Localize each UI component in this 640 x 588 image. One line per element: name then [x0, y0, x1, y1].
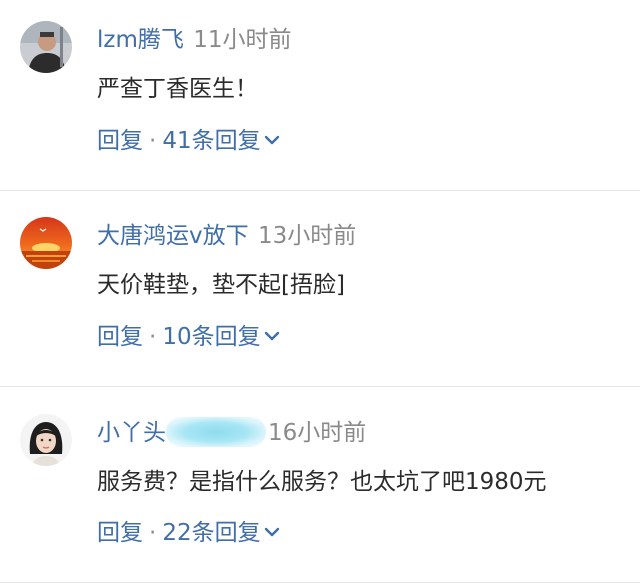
view-replies-button[interactable]: 22条回复 — [162, 520, 280, 546]
divider — [0, 386, 640, 387]
divider — [0, 190, 640, 191]
comment-meta: 小丫头 16小时前 — [97, 416, 367, 448]
reply-button[interactable]: 回复 — [97, 128, 143, 154]
comment-meta: lzm腾飞 11小时前 — [97, 25, 291, 55]
redacted-blur — [166, 416, 266, 447]
separator: · — [149, 128, 157, 154]
username-link[interactable]: 大唐鸿运v放下 — [97, 223, 249, 249]
timestamp: 11小时前 — [193, 27, 292, 53]
avatar[interactable] — [20, 414, 72, 466]
timestamp: 16小时前 — [268, 420, 367, 446]
replies-count-label: 22条回复 — [162, 520, 261, 546]
comment-actions: 回复 · 41条回复 — [97, 126, 281, 157]
reply-button[interactable]: 回复 — [97, 520, 143, 546]
separator: · — [149, 520, 157, 546]
divider — [0, 582, 640, 583]
comment-item: 大唐鸿运v放下 13小时前 天价鞋垫，垫不起[捂脸] 回复 · 10条回复 — [0, 196, 640, 392]
replies-count-label: 41条回复 — [162, 128, 261, 154]
comment-meta: 大唐鸿运v放下 13小时前 — [97, 221, 356, 251]
avatar[interactable] — [20, 21, 72, 73]
view-replies-button[interactable]: 41条回复 — [162, 128, 280, 154]
comment-actions: 回复 · 10条回复 — [97, 322, 281, 353]
timestamp: 13小时前 — [257, 223, 357, 249]
comment-text: 服务费？是指什么服务？也太坑了吧1980元 — [97, 469, 547, 495]
reply-button[interactable]: 回复 — [97, 324, 143, 350]
comment-text: 严查丁香医生！ — [97, 76, 258, 102]
comment-text: 天价鞋垫，垫不起[捂脸] — [97, 272, 345, 298]
chevron-down-icon — [263, 323, 281, 353]
replies-count-label: 10条回复 — [162, 324, 261, 350]
view-replies-button[interactable]: 10条回复 — [162, 324, 280, 350]
username-link[interactable]: lzm腾飞 — [97, 27, 184, 53]
comment-item: 小丫头 16小时前 服务费？是指什么服务？也太坑了吧1980元 回复 · 22条回复 — [0, 392, 640, 588]
comment-actions: 回复 · 22条回复 — [97, 518, 281, 549]
separator: · — [149, 324, 157, 350]
chevron-down-icon — [263, 127, 281, 157]
chevron-down-icon — [263, 519, 281, 549]
avatar[interactable] — [20, 217, 72, 269]
username-link[interactable]: 小丫头 — [97, 420, 166, 446]
comment-item: lzm腾飞 11小时前 严查丁香医生！ 回复 · 41条回复 — [0, 0, 640, 196]
